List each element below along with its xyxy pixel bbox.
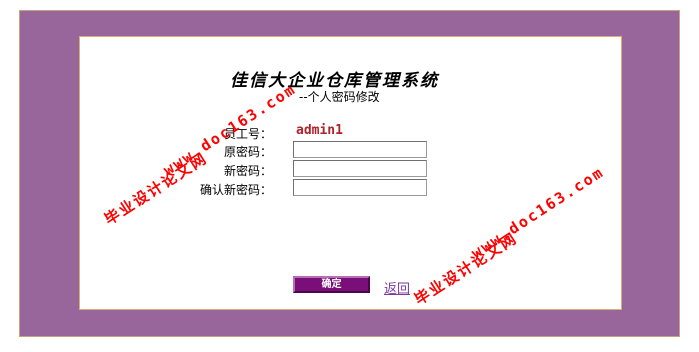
page-subtitle: --个人密码修改 xyxy=(299,90,380,104)
old-password-label: 原密码： xyxy=(223,145,272,159)
confirm-password-label: 确认新密码： xyxy=(199,183,272,197)
confirm-password-field[interactable] xyxy=(293,179,427,196)
page: 佳信大企业仓库管理系统 --个人密码修改 员工号： admin1 原密码： 新密… xyxy=(0,0,699,352)
employee-id-value: admin1 xyxy=(296,123,343,138)
new-password-field[interactable] xyxy=(293,160,427,177)
employee-id-label: 员工号： xyxy=(223,127,272,141)
new-password-label: 新密码： xyxy=(223,164,272,178)
back-link[interactable]: 返回 xyxy=(384,278,410,297)
old-password-field[interactable] xyxy=(293,141,427,158)
confirm-button[interactable]: 确定 xyxy=(293,276,370,293)
